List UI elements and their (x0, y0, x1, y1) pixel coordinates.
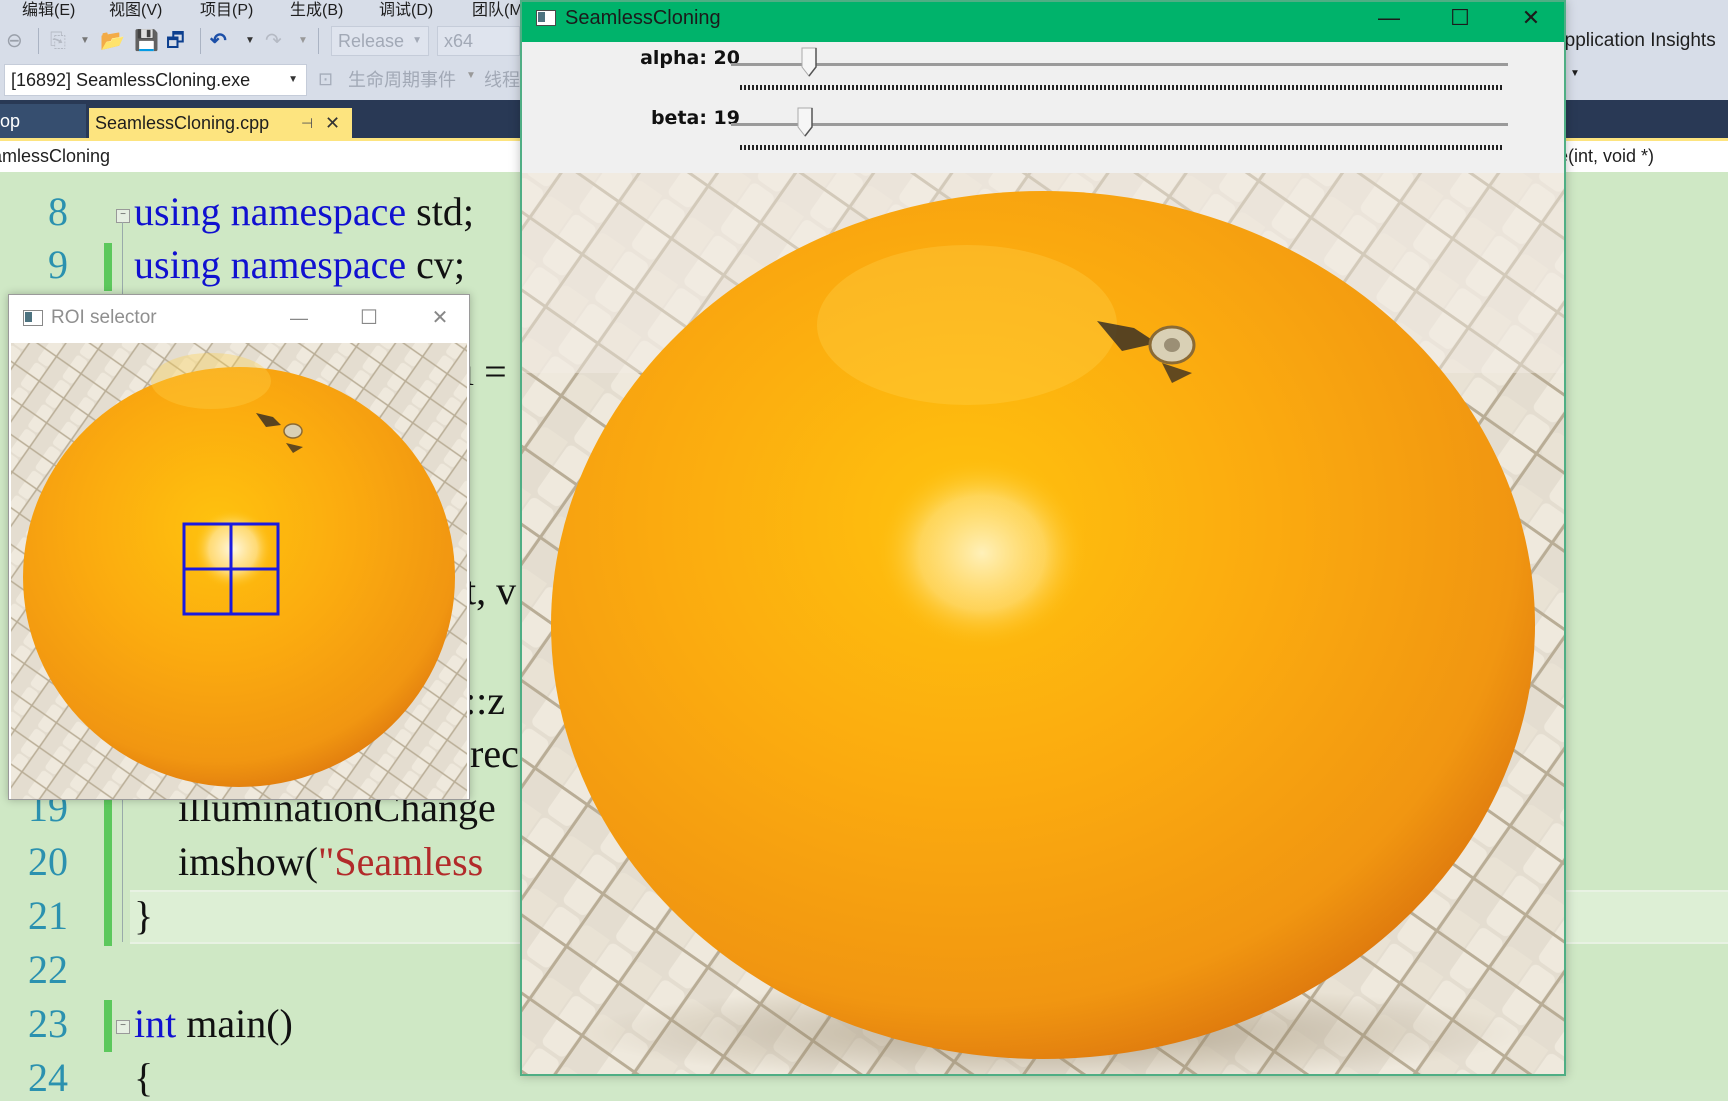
maximize-icon[interactable]: ☐ (1425, 2, 1495, 34)
application-insights-button[interactable]: Application Insights ▼ (1552, 26, 1728, 89)
change-marker (104, 800, 112, 946)
code-fragment: t, v (465, 568, 517, 613)
dropdown-arrow-icon: ▼ (1570, 68, 1580, 79)
seamlesscloning-window[interactable]: SeamlessCloning — ☐ ✕ alpha: 20 beta: 19 (520, 0, 1566, 1076)
code-line-8[interactable]: using namespace std; (134, 188, 474, 235)
code-line-21[interactable]: } (134, 892, 153, 939)
lifecycle-events-label[interactable]: 生命周期事件 (348, 66, 456, 92)
alpha-track[interactable] (731, 63, 1508, 66)
tab-other-file[interactable]: op (0, 104, 86, 138)
maximize-icon[interactable]: ☐ (334, 302, 404, 334)
roi-source-image[interactable] (11, 343, 467, 799)
lifecycle-events-icon[interactable]: ⊡ (318, 60, 333, 98)
app-icon (23, 310, 43, 326)
change-marker (104, 1000, 112, 1052)
trackbar-panel: alpha: 20 beta: 19 (522, 42, 1564, 175)
collapse-icon[interactable]: − (116, 1020, 130, 1034)
menu-build[interactable]: 生成(B) (290, 0, 343, 20)
line-number: 22 (28, 947, 68, 992)
change-marker (104, 243, 112, 291)
result-image (522, 173, 1564, 1074)
tab-seamlesscloning-cpp[interactable]: SeamlessCloning.cpp ⊣ ✕ (89, 108, 352, 138)
dropdown-arrow-icon: ▼ (412, 35, 422, 46)
close-icon[interactable]: ✕ (1496, 2, 1566, 34)
orange-photo (522, 173, 1564, 1074)
new-project-icon[interactable]: ⎘ (50, 22, 66, 60)
orange-photo (11, 343, 467, 799)
alpha-slider-thumb[interactable] (801, 47, 817, 77)
menu-debug[interactable]: 调试(D) (379, 0, 433, 20)
roi-selector-window[interactable]: ROI selector — ☐ ✕ (8, 294, 470, 800)
scope-dropdown[interactable]: SeamlessCloning (0, 141, 110, 171)
line-number: 8 (48, 189, 68, 234)
window-title: SeamlessCloning (565, 7, 721, 29)
beta-tick-scale (740, 145, 1504, 150)
line-number: 23 (28, 1001, 68, 1046)
app-icon (536, 10, 556, 26)
toolbar-separator (200, 28, 201, 54)
collapse-icon[interactable]: − (116, 209, 130, 223)
process-select[interactable]: [16892] SeamlessCloning.exe ▼ (4, 64, 307, 96)
dropdown-arrow-icon[interactable]: ▼ (466, 70, 476, 81)
platform-select[interactable]: x64 (437, 26, 520, 56)
alpha-label: alpha: 20 (640, 47, 740, 69)
close-tab-icon[interactable]: ✕ (325, 108, 340, 138)
code-fragment: ::z (465, 678, 505, 723)
save-all-icon[interactable]: 🗗 (166, 22, 185, 60)
line-number: 24 (28, 1055, 68, 1100)
minimize-icon[interactable]: — (1354, 2, 1424, 34)
pin-tab-icon[interactable]: ⊣ (301, 108, 313, 138)
navigate-back-icon[interactable]: ⊖ (6, 22, 23, 60)
title-bar[interactable]: SeamlessCloning — ☐ ✕ (522, 2, 1564, 42)
code-line-23[interactable]: int main() (134, 1000, 293, 1047)
code-line-20[interactable]: imshow("Seamless (178, 838, 483, 885)
beta-track[interactable] (731, 123, 1508, 126)
thread-label[interactable]: 线程 (484, 66, 520, 92)
configuration-select[interactable]: Release ▼ (331, 26, 429, 56)
toolbar-separator (38, 28, 39, 54)
redo-dropdown-icon[interactable]: ▼ (298, 22, 308, 60)
undo-icon[interactable]: ↶ (210, 22, 227, 60)
dropdown-arrow-icon[interactable]: ▼ (80, 22, 90, 60)
beta-slider-thumb[interactable] (797, 107, 813, 137)
undo-dropdown-icon[interactable]: ▼ (245, 22, 255, 60)
member-dropdown[interactable]: e(int, void *) (1558, 141, 1654, 171)
code-line-9[interactable]: using namespace cv; (134, 241, 465, 288)
code-line-24[interactable]: { (134, 1054, 153, 1101)
menu-project[interactable]: 项目(P) (200, 0, 253, 20)
toolbar-separator (318, 28, 319, 54)
menu-view[interactable]: 视图(V) (109, 0, 162, 20)
alpha-tick-scale (740, 85, 1504, 90)
beta-label: beta: 19 (650, 107, 740, 129)
window-title: ROI selector (51, 307, 157, 328)
dropdown-arrow-icon: ▼ (288, 74, 298, 85)
redo-icon[interactable]: ↷ (265, 22, 282, 60)
line-number: 9 (48, 242, 68, 287)
title-bar[interactable]: ROI selector — ☐ ✕ (9, 295, 469, 341)
code-fragment: rec (470, 731, 519, 776)
minimize-icon[interactable]: — (264, 302, 334, 334)
close-icon[interactable]: ✕ (405, 302, 475, 334)
menu-edit[interactable]: 编辑(E) (22, 0, 75, 20)
line-number: 20 (28, 839, 68, 884)
save-icon[interactable]: 💾 (134, 22, 159, 60)
line-number: 21 (28, 893, 68, 938)
open-folder-icon[interactable]: 📂 (100, 22, 125, 60)
